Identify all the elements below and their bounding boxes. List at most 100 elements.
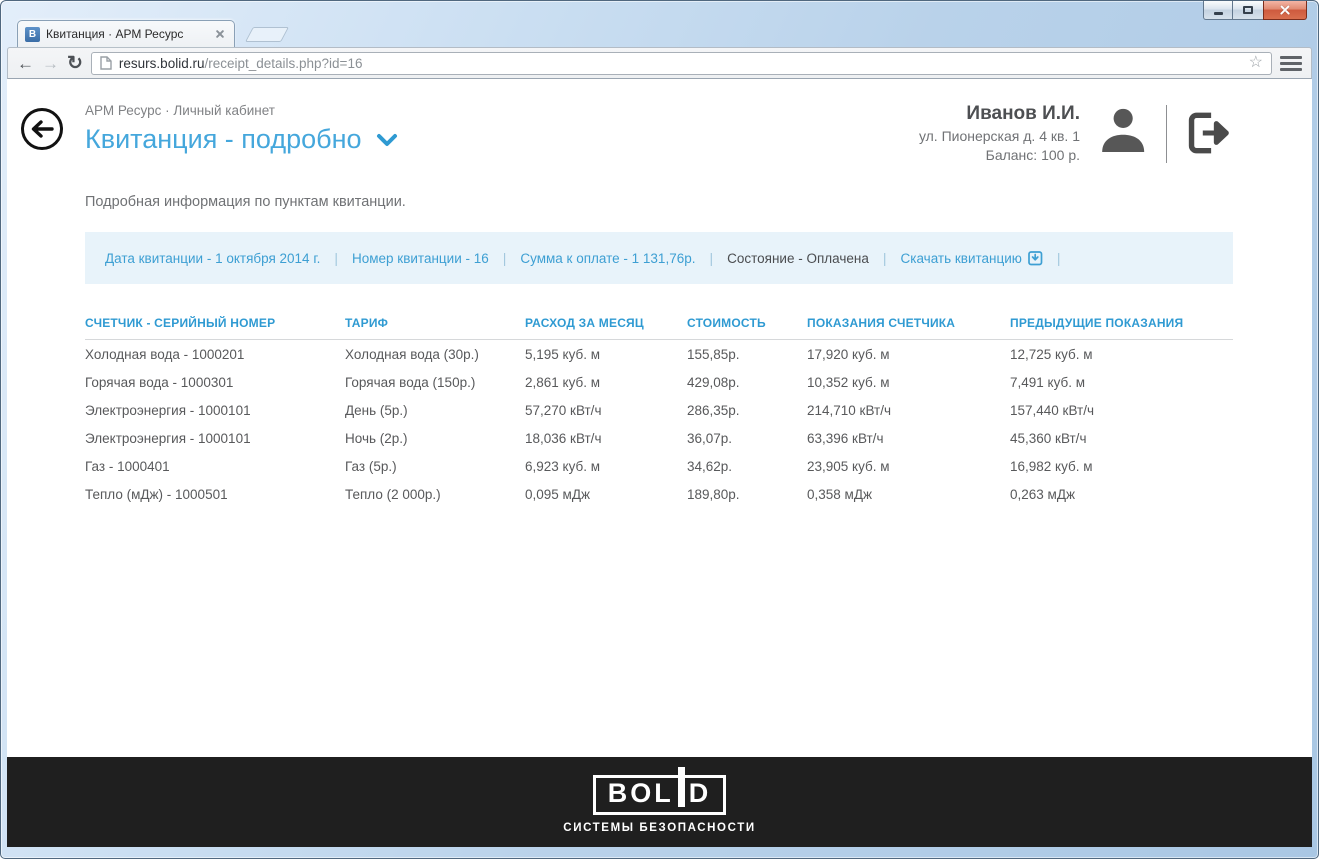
table-row: Холодная вода - 1000201 Холодная вода (3… [85,340,1233,368]
user-address: ул. Пионерская д. 4 кв. 1 [919,128,1080,144]
footer-tagline: СИСТЕМЫ БЕЗОПАСНОСТИ [563,822,755,834]
browser-window: B Квитанция · АРМ Ресурс ← → ↻ resurs.bo… [0,0,1319,859]
logo-i-bar [678,767,685,807]
cell: Тепло (2 000р.) [345,487,525,502]
menu-icon[interactable] [1280,54,1302,73]
receipt-table: СЧЕТЧИК - СЕРИЙНЫЙ НОМЕР ТАРИФ РАСХОД ЗА… [85,316,1233,508]
cell: 429,08р. [687,375,807,390]
back-button[interactable] [21,108,63,150]
download-pdf-icon [1028,250,1043,266]
cell: 286,35р. [687,403,807,418]
tab-title: Квитанция · АРМ Ресурс [46,27,207,41]
col-header-reading: ПОКАЗАНИЯ СЧЕТЧИКА [807,316,1010,339]
cell: 16,982 куб. м [1010,459,1233,474]
col-header-prev-reading: ПРЕДЫДУЩИЕ ПОКАЗАНИЯ [1010,316,1233,339]
cell: 6,923 куб. м [525,459,687,474]
user-info: Иванов И.И. ул. Пионерская д. 4 кв. 1 Ба… [919,103,1080,163]
user-box: Иванов И.И. ул. Пионерская д. 4 кв. 1 Ба… [919,103,1233,163]
col-header-cost: СТОИМОСТЬ [687,316,807,339]
table-row: Горячая вода - 1000301 Горячая вода (150… [85,368,1233,396]
divider [1166,105,1167,163]
url-path: /receipt_details.php?id=16 [204,56,362,71]
maximize-button[interactable] [1233,1,1263,20]
col-header-meter: СЧЕТЧИК - СЕРИЙНЫЙ НОМЕР [85,316,345,339]
cell: 189,80р. [687,487,807,502]
col-header-usage: РАСХОД ЗА МЕСЯЦ [525,316,687,339]
page-description: Подробная информация по пунктам квитанци… [7,163,1312,210]
cell: Горячая вода (150р.) [345,375,525,390]
cell: 10,352 куб. м [807,375,1010,390]
page-title-dropdown[interactable]: Квитанция - подробно [85,124,398,155]
url-text: resurs.bolid.ru/receipt_details.php?id=1… [119,56,1242,71]
window-controls [1203,1,1307,20]
reload-icon[interactable]: ↻ [67,54,83,73]
user-balance: Баланс: 100 р. [919,147,1080,163]
download-receipt-label: Скачать квитанцию [901,251,1022,266]
cell: Горячая вода - 1000301 [85,375,345,390]
cell: Газ - 1000401 [85,459,345,474]
logo-text-right: D [689,780,712,807]
browser-toolbar: ← → ↻ resurs.bolid.ru/receipt_details.ph… [7,47,1312,79]
address-bar[interactable]: resurs.bolid.ru/receipt_details.php?id=1… [91,52,1272,75]
cell: 0,358 мДж [807,487,1010,502]
minimize-button[interactable] [1203,1,1233,20]
cell: Электроэнергия - 1000101 [85,403,345,418]
receipt-amount: Сумма к оплате - 1 131,76р. [506,251,709,266]
cell: 17,920 куб. м [807,347,1010,362]
cell: День (5р.) [345,403,525,418]
cell: 63,396 кВт/ч [807,431,1010,446]
download-receipt-link[interactable]: Скачать квитанцию [887,250,1057,266]
minimize-icon [1214,12,1223,15]
logout-icon[interactable] [1183,108,1233,158]
cell: 155,85р. [687,347,807,362]
cell: Электроэнергия - 1000101 [85,431,345,446]
col-header-tariff: ТАРИФ [345,316,525,339]
page-title: Квитанция - подробно [85,124,362,155]
title-block: АРМ Ресурс · Личный кабинет Квитанция - … [85,103,398,163]
cell: Газ (5р.) [345,459,525,474]
close-icon [1278,3,1292,17]
profile-icon[interactable] [1094,103,1150,159]
cell: 5,195 куб. м [525,347,687,362]
table-row: Газ - 1000401 Газ (5р.) 6,923 куб. м 34,… [85,452,1233,480]
page-content: АРМ Ресурс · Личный кабинет Квитанция - … [7,79,1312,847]
new-tab-button[interactable] [245,27,289,42]
logo-text-left: BOL [608,780,674,807]
receipt-info-bar: Дата квитанции - 1 октября 2014 г. | Ном… [85,232,1233,284]
favicon-icon: B [25,27,40,42]
browser-tab[interactable]: B Квитанция · АРМ Ресурс [17,20,235,47]
cell: 45,360 кВт/ч [1010,431,1233,446]
cell: 214,710 кВт/ч [807,403,1010,418]
cell: 7,491 куб. м [1010,375,1233,390]
chevron-down-icon [376,133,398,147]
title-bar: B Квитанция · АРМ Ресурс [1,1,1318,47]
cell: Тепло (мДж) - 1000501 [85,487,345,502]
receipt-number: Номер квитанции - 16 [338,251,503,266]
receipt-date: Дата квитанции - 1 октября 2014 г. [91,251,334,266]
page-footer: BOL D СИСТЕМЫ БЕЗОПАСНОСТИ [7,757,1312,847]
page-icon [100,56,112,70]
table-row: Электроэнергия - 1000101 День (5р.) 57,2… [85,396,1233,424]
cell: 18,036 кВт/ч [525,431,687,446]
bolid-logo: BOL D [593,775,727,815]
separator: | [1057,250,1061,266]
table-row: Электроэнергия - 1000101 Ночь (2р.) 18,0… [85,424,1233,452]
user-name: Иванов И.И. [919,103,1080,125]
table-header-row: СЧЕТЧИК - СЕРИЙНЫЙ НОМЕР ТАРИФ РАСХОД ЗА… [85,316,1233,340]
table-row: Тепло (мДж) - 1000501 Тепло (2 000р.) 0,… [85,480,1233,508]
cell: 2,861 куб. м [525,375,687,390]
tab-close-icon[interactable] [213,27,227,41]
cell: 0,095 мДж [525,487,687,502]
cell: 34,62р. [687,459,807,474]
close-button[interactable] [1263,1,1307,20]
back-arrow-icon [30,120,54,138]
cell: Ночь (2р.) [345,431,525,446]
cell: 23,905 куб. м [807,459,1010,474]
cell: 0,263 мДж [1010,487,1233,502]
bookmark-star-icon[interactable]: ☆ [1249,55,1263,71]
breadcrumb: АРМ Ресурс · Личный кабинет [85,103,398,118]
cell: 36,07р. [687,431,807,446]
nav-back-icon[interactable]: ← [17,55,34,72]
cell: 157,440 кВт/ч [1010,403,1233,418]
receipt-status: Состояние - Оплачена [713,251,883,266]
